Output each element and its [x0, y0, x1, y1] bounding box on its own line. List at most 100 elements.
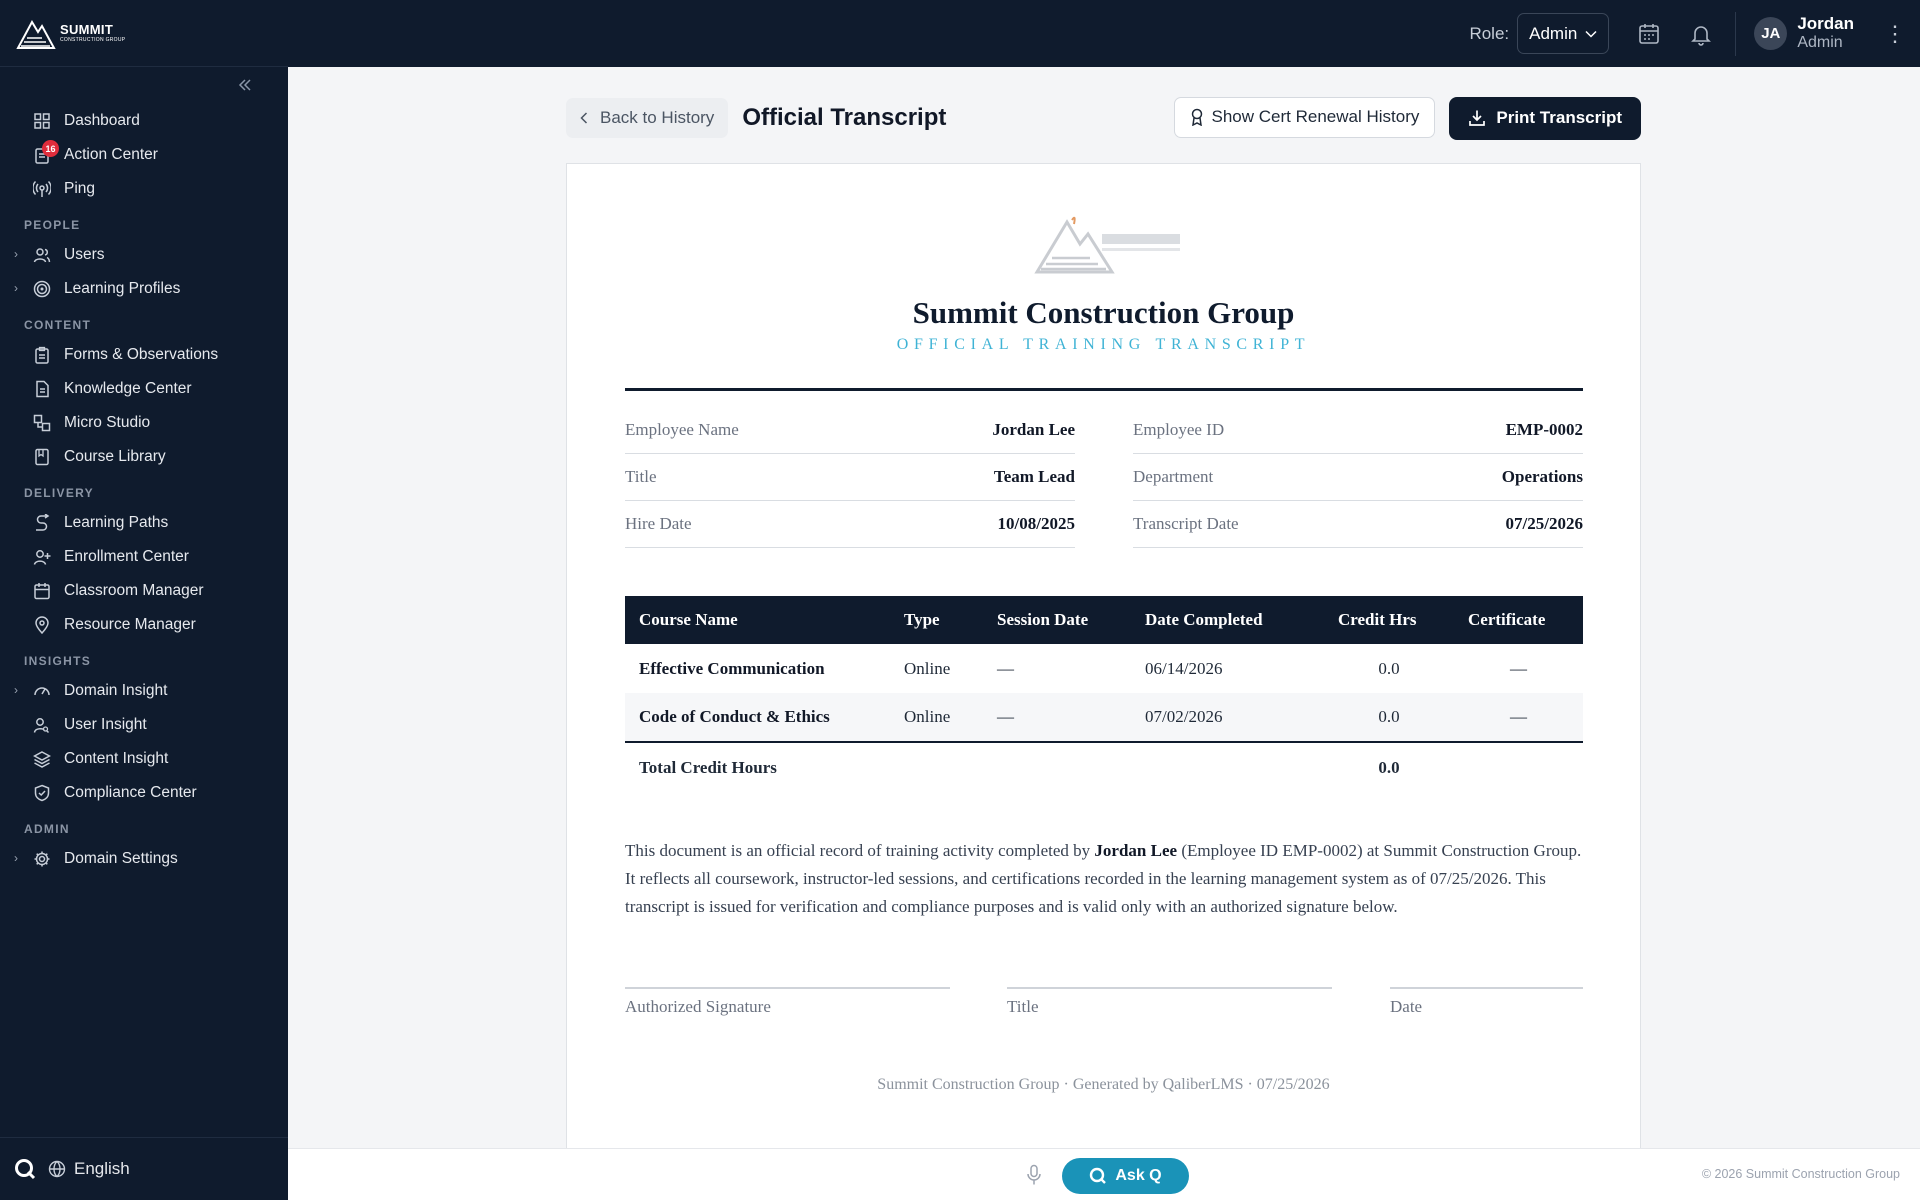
column-header: Session Date	[983, 596, 1131, 644]
sidebar-item-label: Content Insight	[64, 750, 169, 767]
bell-icon[interactable]	[1689, 22, 1713, 46]
chevron-left-icon	[580, 112, 588, 124]
book-icon	[35, 448, 49, 466]
column-header: Course Name	[625, 596, 890, 644]
info-value: 10/08/2025	[997, 514, 1075, 533]
total-row: Total Credit Hours 0.0	[625, 741, 1583, 793]
sidebar-item-course-library[interactable]: Course Library	[0, 440, 288, 474]
session-date: —	[983, 693, 1131, 742]
date-completed: 06/14/2026	[1145, 658, 1223, 678]
user-plus-icon	[33, 550, 51, 565]
sidebar-item-label: Course Library	[64, 448, 166, 465]
sidebar-item-label: Domain Settings	[64, 850, 178, 867]
topbar: Role: Admin JA Jordan Admin ⋮	[288, 0, 1920, 67]
collapse-sidebar-button[interactable]	[238, 78, 252, 92]
user-menu[interactable]: Jordan Admin	[1797, 15, 1854, 51]
table-row: Effective Communication Online — 06/14/2…	[625, 644, 1583, 693]
sidebar-item-classroom-manager[interactable]: Classroom Manager	[0, 574, 288, 608]
column-header: Type	[890, 596, 983, 644]
info-row: Employee ID EMP-0002	[1133, 407, 1583, 454]
sidebar-item-label: Action Center	[64, 146, 158, 163]
section-title-people: PEOPLE	[24, 218, 81, 232]
ask-q-button[interactable]: Ask Q	[1062, 1158, 1189, 1194]
info-value: Team Lead	[993, 467, 1075, 486]
chevron-right-icon[interactable]: ›	[14, 247, 26, 263]
brand-name: SUMMIT	[60, 22, 114, 37]
sidebar-item-enrollment-center[interactable]: Enrollment Center	[0, 540, 288, 574]
sidebar-item-micro-studio[interactable]: Micro Studio	[0, 406, 288, 440]
statement-part-1: This document is an official record of t…	[625, 841, 1095, 860]
chevrons-left-icon	[238, 79, 251, 91]
credit-hours: 0.0	[1324, 693, 1454, 742]
sidebar-item-forms-observations[interactable]: Forms & Observations	[0, 338, 288, 372]
calendar-icon[interactable]	[1637, 22, 1661, 46]
info-row: Employee Name Jordan Lee	[625, 407, 1075, 454]
course-type: Online	[890, 693, 983, 742]
employee-info-left: Employee Name Jordan Lee Title Team Lead…	[625, 407, 1075, 548]
document-footer: Summit Construction Group · Generated by…	[877, 1076, 1330, 1093]
table-row: Code of Conduct & Ethics Online — 07/02/…	[625, 693, 1583, 742]
sidebar-item-user-insight[interactable]: User Insight	[0, 708, 288, 742]
back-to-history-button[interactable]: Back to History	[566, 98, 729, 138]
show-cert-renewal-history-button[interactable]: Show Cert Renewal History	[1173, 96, 1436, 138]
print-transcript-button[interactable]: Print Transcript	[1449, 96, 1641, 140]
language-selector[interactable]: English	[48, 1159, 130, 1179]
sidebar-item-learning-paths[interactable]: Learning Paths	[0, 506, 288, 540]
title-signature-line: Title	[1007, 987, 1332, 1017]
role-label: Role:	[1469, 23, 1510, 43]
chevron-right-icon[interactable]: ›	[14, 281, 26, 297]
sidebar-item-ping[interactable]: Ping	[0, 172, 288, 206]
info-label: Hire Date	[625, 514, 692, 533]
ask-q-label: Ask Q	[1115, 1167, 1162, 1184]
date-completed: 07/02/2026	[1131, 693, 1324, 742]
page-header: Back to History Official Transcript Show…	[566, 96, 1641, 140]
avatar[interactable]: JA	[1754, 17, 1788, 50]
sidebar-item-learning-profiles[interactable]: › Learning Profiles	[0, 272, 288, 306]
session-date: —	[997, 658, 1014, 678]
print-label: Print Transcript	[1496, 108, 1622, 127]
info-label: Employee Name	[625, 420, 739, 439]
microphone-icon[interactable]	[1024, 1164, 1044, 1186]
info-row: Department Operations	[1133, 454, 1583, 501]
role-select[interactable]: Admin	[1517, 13, 1610, 54]
section-title-content: CONTENT	[24, 318, 92, 332]
employee-info-right: Employee ID EMP-0002 Department Operatio…	[1133, 407, 1583, 548]
sidebar-item-label: Learning Profiles	[64, 280, 181, 297]
sidebar-item-dashboard[interactable]: Dashboard	[0, 104, 288, 138]
copyright: © 2026 Summit Construction Group	[1701, 1167, 1900, 1181]
sidebar-item-resource-manager[interactable]: Resource Manager	[0, 608, 288, 642]
info-value: Operations	[1501, 467, 1583, 486]
sidebar-item-label: Micro Studio	[64, 414, 151, 431]
sidebar-item-label: Learning Paths	[64, 514, 169, 531]
q-logo-icon[interactable]	[14, 1158, 36, 1180]
gauge-icon	[34, 687, 50, 696]
total-value: 0.0	[1324, 741, 1454, 793]
main-content: Back to History Official Transcript Show…	[288, 67, 1920, 1153]
sidebar-item-label: Ping	[64, 180, 96, 197]
summit-logo: SUMMIT CONSTRUCTION GROUP	[16, 16, 125, 50]
header-actions: Show Cert Renewal History Print Transcri…	[1173, 96, 1641, 140]
column-header: Certificate	[1454, 596, 1583, 644]
user-role: Admin	[1797, 34, 1843, 52]
sidebar-item-compliance-center[interactable]: Compliance Center	[0, 776, 288, 810]
brand[interactable]: SUMMIT CONSTRUCTION GROUP	[0, 0, 288, 67]
chevron-right-icon[interactable]: ›	[14, 683, 26, 699]
brand-subtitle: CONSTRUCTION GROUP	[60, 37, 126, 43]
sidebar-item-domain-insight[interactable]: › Domain Insight	[0, 674, 288, 708]
credit-hours: 0.0	[1378, 658, 1400, 678]
sidebar-item-users[interactable]: › Users	[0, 238, 288, 272]
chevron-right-icon[interactable]: ›	[14, 851, 26, 867]
sidebar-item-content-insight[interactable]: Content Insight	[0, 742, 288, 776]
sidebar-item-action-center[interactable]: 16 Action Center	[0, 138, 288, 172]
calendar-icon	[34, 583, 50, 600]
more-options-icon[interactable]: ⋮	[1884, 22, 1906, 45]
total-label: Total Credit Hours	[625, 741, 1324, 793]
sidebar-item-label: Forms & Observations	[64, 346, 219, 363]
sidebar-item-domain-settings[interactable]: › Domain Settings	[0, 842, 288, 876]
user-name: Jordan	[1797, 14, 1854, 34]
sidebar-item-knowledge-center[interactable]: Knowledge Center	[0, 372, 288, 406]
course-table: Course Name Type Session Date Date Compl…	[625, 596, 1583, 793]
transcript-statement: This document is an official record of t…	[625, 837, 1583, 921]
route-icon	[36, 514, 50, 531]
table-header-row: Course Name Type Session Date Date Compl…	[625, 596, 1583, 644]
